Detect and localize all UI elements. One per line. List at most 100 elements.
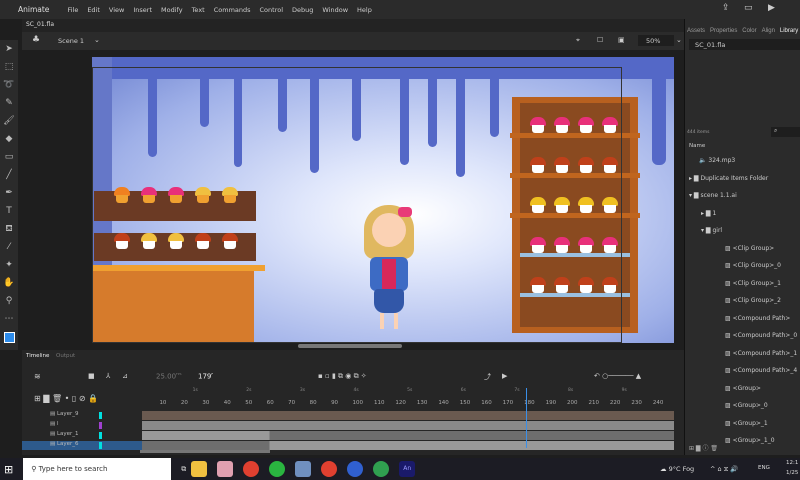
fit-icon[interactable]: ▣ xyxy=(618,36,625,44)
library-item[interactable]: ▸ ▇ Duplicate Items Folder xyxy=(689,175,768,182)
brush-icon[interactable]: 🖌 xyxy=(0,112,18,130)
free-transform-icon[interactable]: ⬚ xyxy=(0,58,18,76)
library-search-input[interactable]: ⌕ xyxy=(771,127,800,137)
menu-debug[interactable]: Debug xyxy=(292,6,313,14)
tab-timeline[interactable]: Timeline xyxy=(26,353,49,359)
whatsapp-icon[interactable] xyxy=(269,461,286,477)
file-explorer-icon[interactable] xyxy=(191,461,208,477)
animate-taskbar-icon[interactable]: An xyxy=(399,461,416,477)
clock-date[interactable]: 1/25 xyxy=(786,470,798,476)
loop-icon[interactable]: ⤴ xyxy=(484,372,491,382)
menu-view[interactable]: View xyxy=(109,6,124,14)
library-document-select[interactable]: SC_01.fla xyxy=(689,39,800,50)
tab-assets[interactable]: Assets xyxy=(687,28,705,34)
paint-icon[interactable] xyxy=(217,461,234,477)
playhead[interactable] xyxy=(525,388,527,448)
camera-icon[interactable]: ■ xyxy=(88,372,95,380)
tab-color[interactable]: Color xyxy=(742,28,756,34)
bone-icon[interactable]: ✦ xyxy=(0,256,18,274)
library-item[interactable]: ▨ <Compound Path>_1 xyxy=(725,350,797,357)
line-icon[interactable]: ╱ xyxy=(0,166,18,184)
menu-text[interactable]: Text xyxy=(192,6,205,14)
library-item[interactable]: ▨ <Group>_1 xyxy=(725,420,768,427)
chrome-profile-2-icon[interactable] xyxy=(347,461,364,477)
share-icon[interactable]: ⇪ xyxy=(722,3,730,13)
library-item[interactable]: ▨ <Clip Group>_1 xyxy=(725,280,781,287)
library-item[interactable]: ▨ <Group> xyxy=(725,385,761,392)
paint-bucket-icon[interactable]: ⛾ xyxy=(0,220,18,238)
taskbar-search[interactable]: ⚲ Type here to search xyxy=(23,458,172,480)
layer-color-swatch[interactable] xyxy=(99,432,102,439)
system-tray-icons[interactable]: ^ ⌂ ⧖ 🔊 xyxy=(710,465,738,474)
eraser-icon[interactable]: ◆ xyxy=(0,130,18,148)
library-item[interactable]: ▨ <Compound Path> xyxy=(725,315,790,322)
eyedropper-icon[interactable]: ⁄ xyxy=(0,238,18,256)
library-item[interactable]: ▨ <Group>_0 xyxy=(725,402,768,409)
weather[interactable]: ☁ 9°C Fog xyxy=(660,465,694,473)
chevron-down-icon[interactable]: ⌄ xyxy=(94,36,100,44)
center-stage-icon[interactable]: ⌖ xyxy=(576,36,580,45)
library-item[interactable]: ▨ <Clip Group>_2 xyxy=(725,297,781,304)
layer-controls[interactable]: ⊞ ▇ 🗑 • ▯ ⊘ 🔒 xyxy=(34,394,98,403)
tab-properties[interactable]: Properties xyxy=(710,28,737,34)
chrome-icon[interactable] xyxy=(243,461,260,477)
text-tool-icon[interactable]: T xyxy=(0,202,18,220)
layer-frames-track[interactable] xyxy=(142,421,674,430)
tab-align[interactable]: Align xyxy=(762,28,775,34)
clip-content-icon[interactable]: ☐ xyxy=(597,36,603,44)
tab-output[interactable]: Output xyxy=(56,353,75,359)
task-view-icon[interactable]: ⧉ xyxy=(181,465,186,474)
windows-start-icon[interactable]: ⊞ xyxy=(4,463,13,476)
library-item[interactable]: ▨ <Compound Path>_0 xyxy=(725,332,797,339)
library-item[interactable]: ▸ ▇ 1 xyxy=(701,210,716,217)
layer-color-swatch[interactable] xyxy=(99,442,102,449)
layer-frames-track[interactable] xyxy=(142,441,674,450)
timeline-ruler[interactable]: 10 20 30 40 50 60 70 80 90 100 110 120 130 140 150 160 1… xyxy=(142,388,674,410)
fill-color-swatch[interactable] xyxy=(0,328,18,346)
library-item[interactable]: ▾ ▇ girl xyxy=(701,227,722,234)
name-column-header[interactable]: Name xyxy=(689,143,705,149)
selection-tool-icon[interactable]: ➤ xyxy=(0,40,18,58)
frame-zoom-slider[interactable]: ↶ ○────── ▲ xyxy=(594,372,641,380)
layer-row[interactable]: ▤ Layer_6 xyxy=(22,441,142,450)
timeline-scrollbar[interactable] xyxy=(140,450,270,453)
rectangle-icon[interactable]: ▭ xyxy=(0,148,18,166)
library-item[interactable]: ▨ <Clip Group> xyxy=(725,245,774,252)
layers-icon[interactable]: ≋ xyxy=(34,372,41,381)
library-item[interactable]: 🔈 324.mp3 xyxy=(699,157,735,164)
menu-insert[interactable]: Insert xyxy=(133,6,152,14)
stage-horizontal-scrollbar[interactable] xyxy=(298,344,402,348)
scene-selector[interactable]: Scene 1 xyxy=(58,37,84,45)
layer-frames-track[interactable] xyxy=(142,431,674,440)
library-item[interactable]: ▨ <Group>_1_0 xyxy=(725,437,775,444)
library-item[interactable]: ▨ <Clip Group>_0 xyxy=(725,262,781,269)
network-app-icon[interactable] xyxy=(295,461,312,477)
pencil-icon[interactable]: ✎ xyxy=(0,94,18,112)
menu-edit[interactable]: Edit xyxy=(87,6,100,14)
current-frame[interactable]: 179F xyxy=(198,372,213,380)
chrome-profile-3-icon[interactable] xyxy=(373,461,390,477)
layer-frames-track[interactable] xyxy=(142,411,674,420)
library-item[interactable]: ▾ ▇ scene 1.1.ai xyxy=(689,192,737,199)
test-movie-icon[interactable]: ▶ xyxy=(768,3,775,13)
layer-row[interactable]: ▤ Layer_1 xyxy=(22,431,142,440)
clock-time[interactable]: 12:1 xyxy=(786,460,798,466)
edit-symbol-icon[interactable]: ♣ xyxy=(32,35,40,45)
library-item[interactable]: ▨ <Compound Path>_4 xyxy=(725,367,797,374)
workspace-icon[interactable]: ▭ xyxy=(744,3,753,13)
pen-icon[interactable]: ✒ xyxy=(0,184,18,202)
language[interactable]: ENG xyxy=(758,465,770,471)
layer-row[interactable]: ▤ Layer_9 xyxy=(22,411,142,420)
layer-color-swatch[interactable] xyxy=(99,422,102,429)
tab-library[interactable]: Library xyxy=(780,28,798,34)
menu-window[interactable]: Window xyxy=(322,6,348,14)
more-tools-icon[interactable]: ⋯ xyxy=(0,310,18,328)
onion-skin-icons[interactable]: ▪ ▫ ▮ ⧉ ◉ ⧉ ✧ xyxy=(318,372,367,381)
zoom-dropdown-icon[interactable]: ⌄ xyxy=(676,36,682,44)
menu-file[interactable]: File xyxy=(67,6,78,14)
zoom-icon[interactable]: ⚲ xyxy=(0,292,18,310)
menu-control[interactable]: Control xyxy=(260,6,284,14)
chrome-profile-1-icon[interactable] xyxy=(321,461,338,477)
zoom-field[interactable]: 50% xyxy=(638,35,674,46)
layer-row[interactable]: ▤ l xyxy=(22,421,142,430)
